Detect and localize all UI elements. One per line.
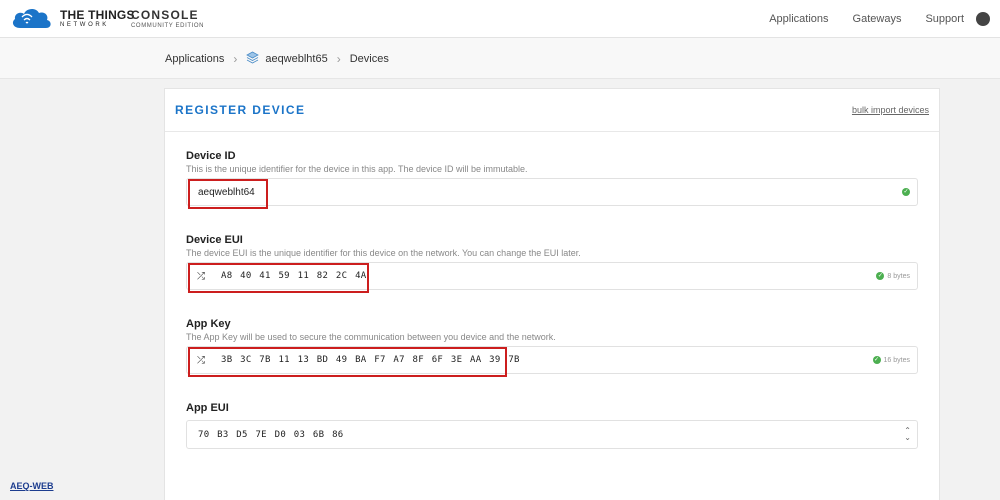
edition-label: COMMUNITY EDITION [131,23,205,29]
device-id-description: This is the unique identifier for the de… [186,164,528,174]
nav-applications[interactable]: Applications [769,13,828,25]
valid-check-icon: ✓ [902,188,910,196]
brand-name: THE THINGS [60,7,135,22]
app-key-value: 3B 3C 7B 11 13 BD 49 BA F7 A7 8F 6F 3E A… [221,355,520,365]
app-key-input[interactable]: ⤮ 3B 3C 7B 11 13 BD 49 BA F7 A7 8F 6F 3E… [186,346,918,377]
nav-support[interactable]: Support [925,13,964,25]
app-eui-value: 70 B3 D5 7E D0 03 6B 86 [198,429,344,440]
app-eui-label: App EUI [186,402,229,414]
page-title: REGISTER DEVICE [175,103,306,117]
bulk-import-link[interactable]: bulk import devices [852,105,929,115]
device-id-label: Device ID [186,150,236,162]
device-eui-size: 8 bytes [887,272,910,280]
breadcrumb-devices: Devices [349,52,389,65]
app-eui-select[interactable]: 70 B3 D5 7E D0 03 6B 86 ⌃ ⌄ [186,420,918,449]
top-navbar: THE THINGS NETWORK CONSOLE COMMUNITY EDI… [0,0,1000,38]
device-id-input[interactable]: aeqweblht64 ✓ [186,178,918,209]
device-id-value: aeqweblht64 [198,186,255,198]
brand-sub: NETWORK [60,21,109,28]
app-key-status: ✓ 16 bytes [872,356,910,364]
nav-gateways[interactable]: Gateways [853,13,902,25]
register-device-card: REGISTER DEVICE bulk import devices Devi… [164,88,940,500]
app-eui-field-group: App EUI 70 B3 D5 7E D0 03 6B 86 ⌃ ⌄ [186,402,918,449]
device-id-field-group: Device ID This is the unique identifier … [186,150,918,209]
device-eui-value: A8 40 41 59 11 82 2C 4A [221,271,367,281]
breadcrumb-separator-icon: › [336,51,341,66]
device-eui-input[interactable]: ⤮ A8 40 41 59 11 82 2C 4A ✓ 8 bytes [186,262,918,293]
shuffle-icon[interactable]: ⤮ [197,271,205,282]
ttn-logo[interactable]: THE THINGS NETWORK [10,6,135,30]
breadcrumb-app-id[interactable]: aeqweblht65 [265,53,327,65]
valid-check-icon: ✓ [876,272,885,280]
device-id-status: ✓ [902,188,910,196]
app-key-label: App Key [186,318,231,330]
valid-check-icon: ✓ [872,356,881,364]
shuffle-icon[interactable]: ⤮ [197,355,205,366]
application-stack-icon [246,51,260,67]
watermark-logo: AEQ-WEB [10,481,54,491]
device-eui-description: The device EUI is the unique identifier … [186,248,581,258]
console-title: CONSOLE COMMUNITY EDITION [131,9,204,29]
main-nav: Applications Gateways Support [745,0,1000,38]
device-eui-label: Device EUI [186,234,243,246]
card-header: REGISTER DEVICE bulk import devices [165,89,939,132]
user-avatar-icon[interactable] [976,12,990,26]
breadcrumb-applications[interactable]: Applications [165,53,224,65]
app-key-description: The App Key will be used to secure the c… [186,332,556,342]
app-key-size: 16 bytes [883,356,910,364]
breadcrumb-separator-icon: › [233,51,238,66]
select-caret-icon[interactable]: ⌃ ⌄ [904,426,911,442]
device-eui-field-group: Device EUI The device EUI is the unique … [186,234,918,293]
breadcrumb: Applications › aeqweblht65 › Devices [165,38,389,79]
device-eui-status: ✓ 8 bytes [876,272,910,280]
caret-down-icon: ⌄ [904,432,911,442]
console-label: CONSOLE [131,8,199,22]
breadcrumb-bar: Applications › aeqweblht65 › Devices [0,38,1000,79]
app-key-field-group: App Key The App Key will be used to secu… [186,318,918,377]
cloud-icon [12,8,51,28]
